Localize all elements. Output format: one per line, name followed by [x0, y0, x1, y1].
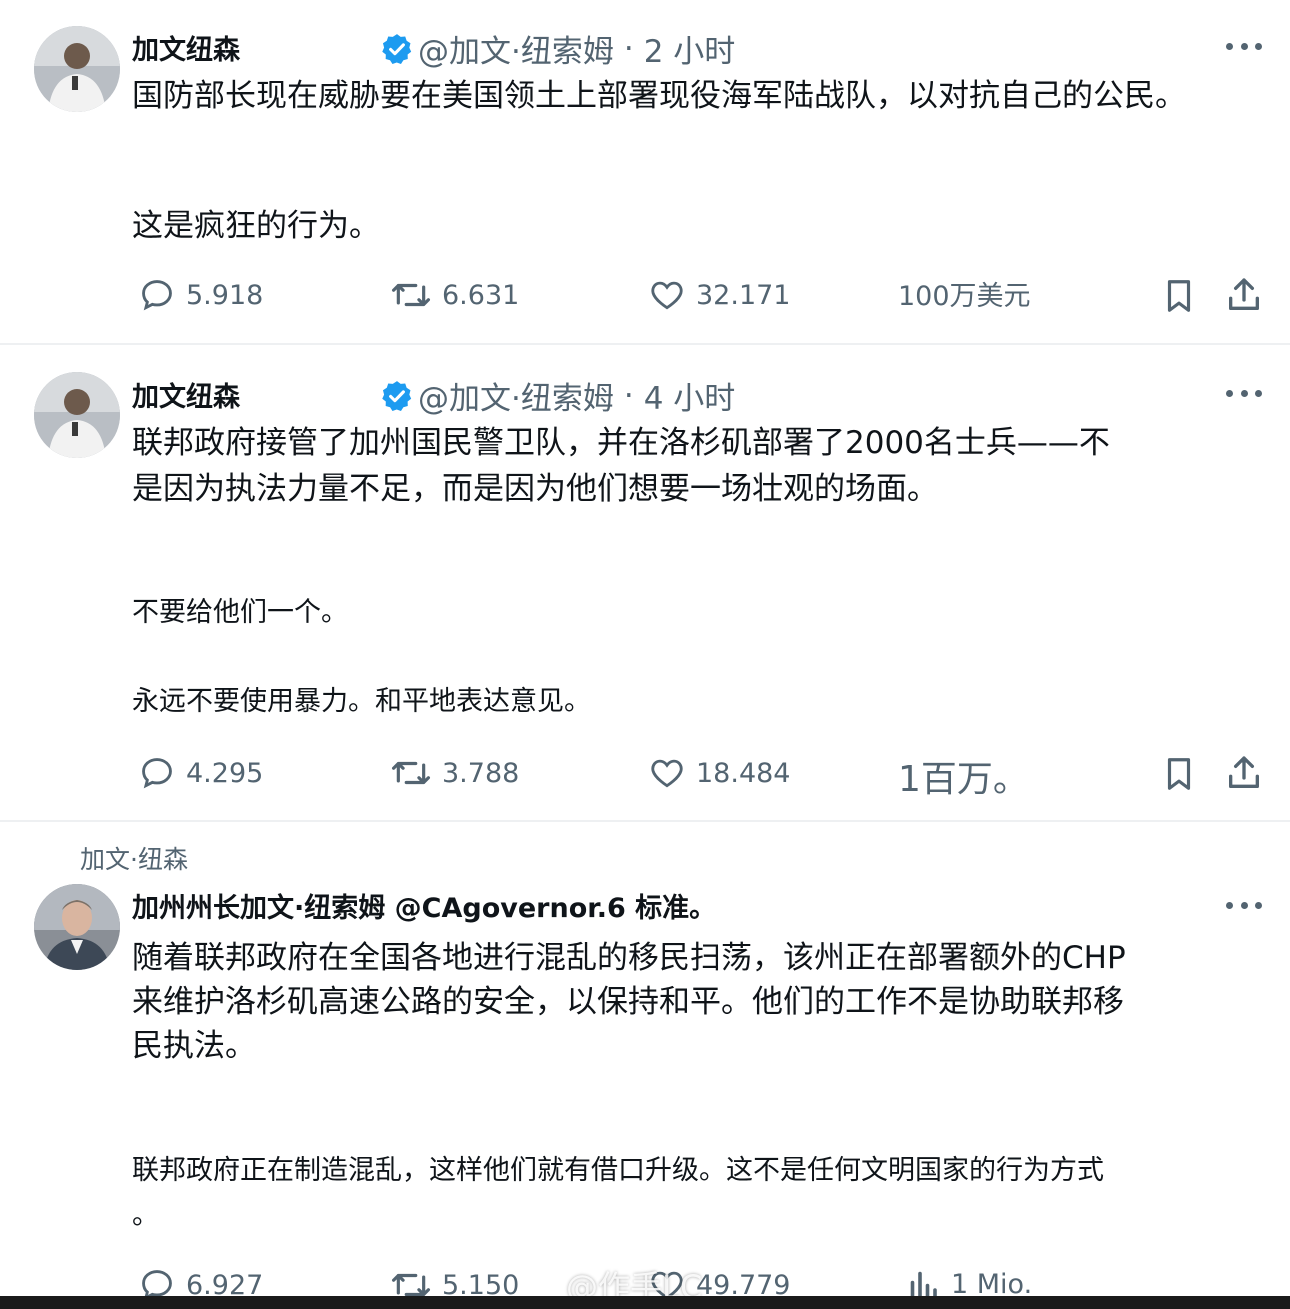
tweet-text: 。	[132, 1200, 159, 1231]
author-name[interactable]: 加文纽森	[132, 375, 240, 414]
more-dots-icon[interactable]	[1226, 902, 1262, 912]
tweet-text: 国防部长现在威胁要在美国领土上部署现役海军陆战队，以对抗自己的公民。	[132, 78, 1186, 114]
bookmark-icon[interactable]	[1160, 276, 1198, 316]
tweet-text: 这是疯狂的行为。	[132, 208, 380, 244]
reply-button[interactable]: 4.295	[138, 754, 263, 792]
tweet-divider	[0, 343, 1290, 345]
tweet-text: 来维护洛杉矶高速公路的安全，以保持和平。他们的工作不是协助联邦移	[132, 984, 1124, 1020]
retweet-context[interactable]: 加文·纽森	[80, 840, 188, 876]
tweet-text: 联邦政府正在制造混乱，这样他们就有借口升级。这不是任何文明国家的行为方式	[132, 1155, 1104, 1186]
tweet-time[interactable]: 2 小时	[644, 26, 736, 71]
bottom-fade	[1080, 1262, 1290, 1296]
verified-badge-icon	[382, 33, 412, 64]
more-dots-icon[interactable]	[1226, 43, 1262, 53]
author-handle[interactable]: @加文·纽索姆	[418, 373, 614, 418]
verified-badge-icon	[382, 380, 412, 411]
tweet-text: 永远不要使用暴力。和平地表达意见。	[132, 686, 591, 717]
avatar[interactable]	[34, 26, 120, 112]
retweet-icon	[392, 283, 430, 307]
tweet-text: 联邦政府接管了加州国民警卫队，并在洛杉矶部署了2000名士兵——不	[132, 425, 1110, 461]
retweet-icon	[392, 761, 430, 785]
tweet-text: 民执法。	[132, 1028, 256, 1064]
retweet-count: 3.788	[442, 757, 520, 789]
tweet-divider	[0, 820, 1290, 822]
retweet-button[interactable]: 3.788	[390, 754, 519, 792]
retweet-button[interactable]: 6.631	[390, 276, 519, 314]
tweet-feed: 加文纽森 @加文·纽索姆 · 2 小时 国防部长现在威胁要在美国领土上部署现役海…	[0, 0, 1290, 1309]
tweet-meta: @加文·纽索姆 · 4 小时	[380, 373, 735, 418]
heart-icon	[651, 281, 683, 310]
reply-icon	[142, 280, 172, 311]
views-count: 1 Mio.	[951, 1268, 1033, 1300]
tweet-time[interactable]: 4 小时	[644, 373, 736, 418]
author-name[interactable]: 加州州长加文·纽索姆 @CAgovernor.6 标准。	[132, 886, 716, 925]
author-handle[interactable]: @加文·纽索姆	[418, 26, 614, 71]
tweet-actions: 5.918 6.631 32.171 100万美元	[0, 274, 1290, 318]
author-name[interactable]: 加文纽森	[132, 28, 240, 67]
tweet-text: 不要给他们一个。	[132, 597, 348, 628]
like-button[interactable]: 32.171	[648, 276, 790, 314]
retweet-count: 6.631	[442, 279, 520, 311]
bookmark-icon[interactable]	[1160, 754, 1198, 794]
share-icon[interactable]	[1224, 752, 1264, 794]
tweet-text: 是因为执法力量不足，而是因为他们想要一场壮观的场面。	[132, 471, 938, 507]
meta-separator: ·	[623, 30, 634, 67]
tweet-text: 随着联邦政府在全国各地进行混乱的移民扫荡，该州正在部署额外的CHP	[132, 940, 1126, 976]
reply-count: 4.295	[186, 757, 264, 789]
more-dots-icon[interactable]	[1226, 390, 1262, 400]
reply-button[interactable]: 5.918	[138, 276, 263, 314]
avatar[interactable]	[34, 884, 120, 970]
tweet-meta: @加文·纽索姆 · 2 小时	[380, 26, 735, 71]
views-count[interactable]: 1百万。	[898, 750, 1029, 802]
bottom-bar	[0, 1296, 1290, 1309]
reply-count: 5.918	[186, 279, 264, 311]
share-icon[interactable]	[1224, 274, 1264, 316]
like-button[interactable]: 18.484	[648, 754, 790, 792]
avatar[interactable]	[34, 372, 120, 458]
tweet-actions: 4.295 3.788 18.484 1百万。	[0, 752, 1290, 800]
like-count: 18.484	[696, 757, 791, 789]
meta-separator: ·	[623, 377, 634, 414]
like-count: 32.171	[696, 279, 791, 311]
heart-icon	[651, 759, 683, 788]
views-count[interactable]: 100万美元	[898, 274, 1031, 313]
reply-icon	[142, 758, 172, 789]
